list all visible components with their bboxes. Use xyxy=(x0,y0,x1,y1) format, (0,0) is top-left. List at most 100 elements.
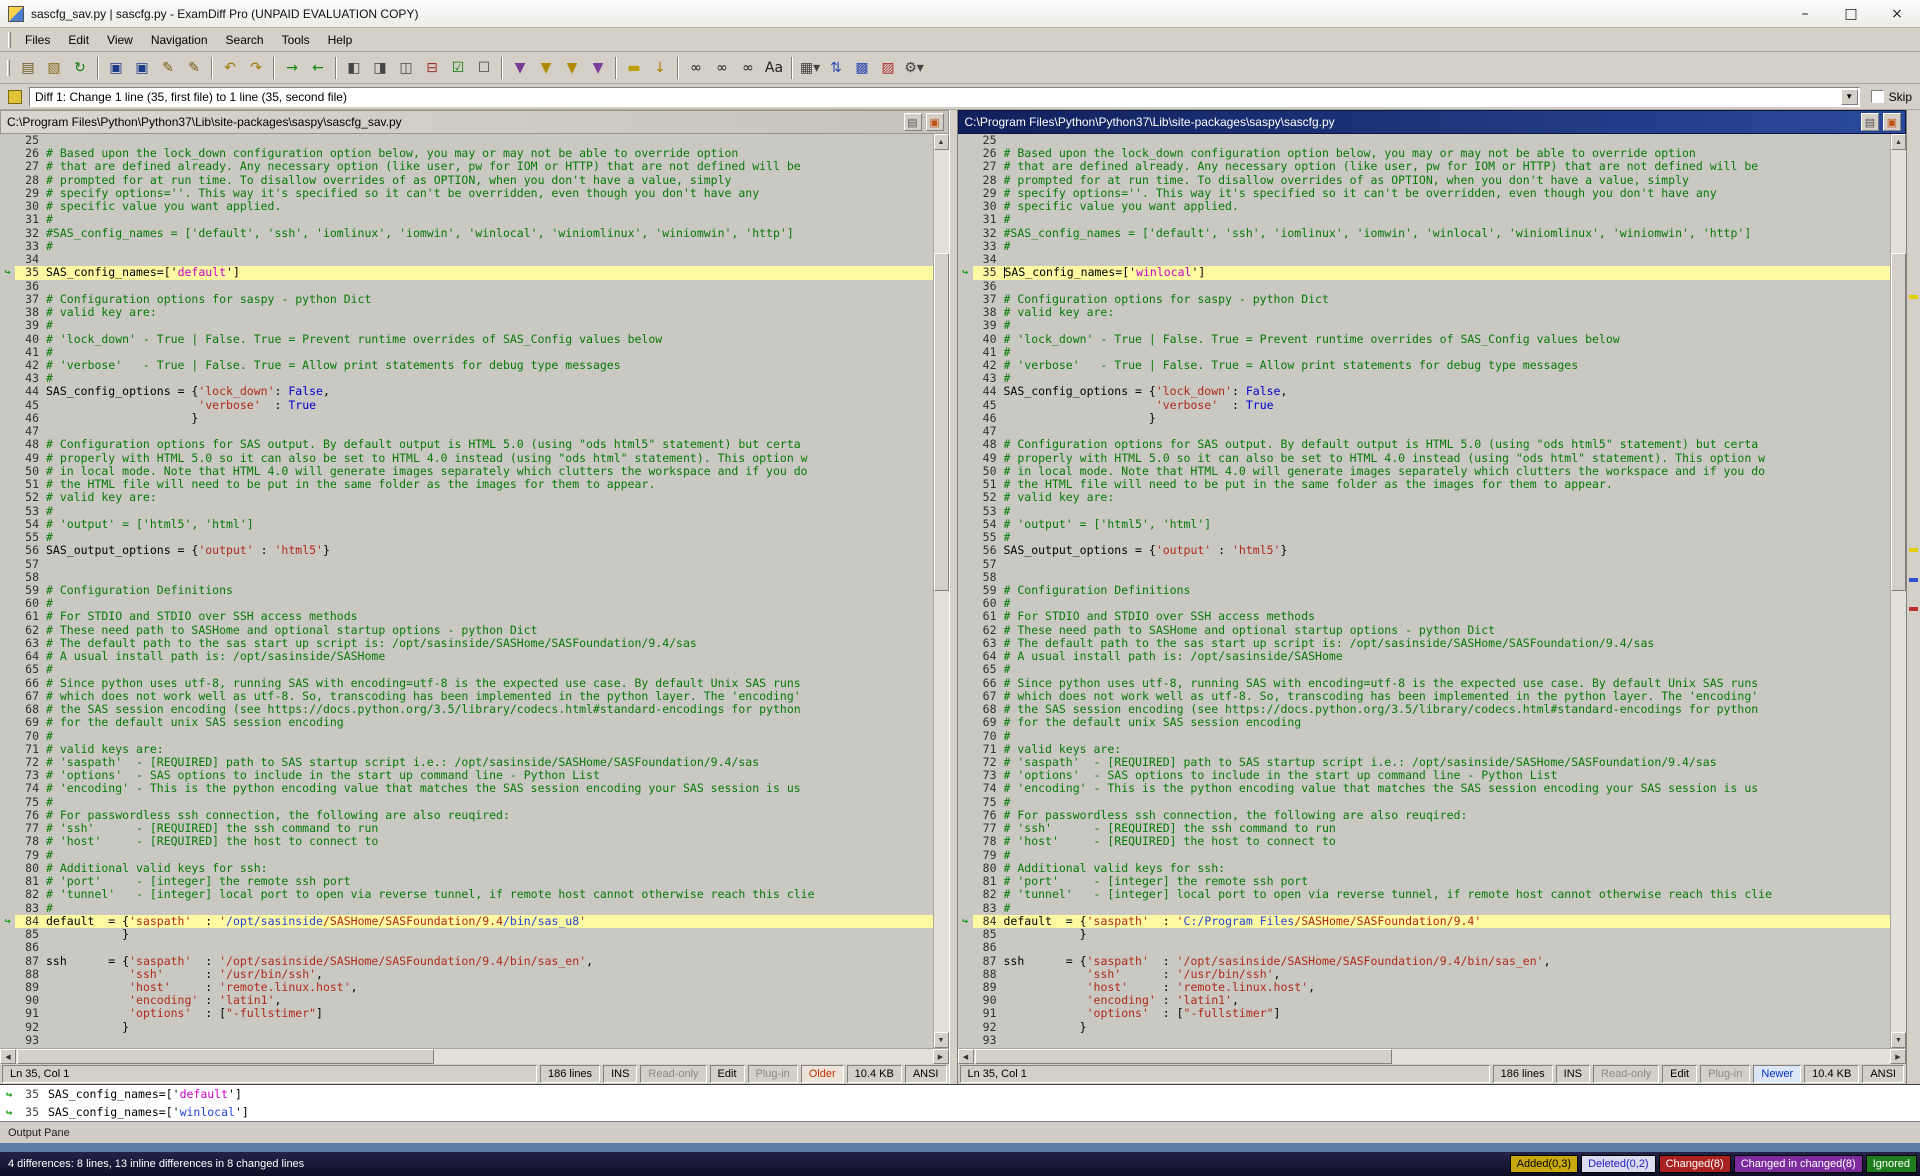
code-line[interactable]: 26# Based upon the lock_down configurati… xyxy=(958,147,1891,160)
output-pane-splitter[interactable] xyxy=(0,1143,1920,1152)
code-line[interactable]: 58 xyxy=(958,571,1891,584)
scrollbar-thumb[interactable] xyxy=(17,1049,434,1064)
code-line[interactable]: 92 } xyxy=(0,1021,933,1034)
code-line[interactable]: 48# Configuration options for SAS output… xyxy=(0,438,933,451)
code-text[interactable]: # Since python uses utf-8, running SAS w… xyxy=(46,677,933,690)
scroll-up-arrow[interactable]: ▲ xyxy=(934,134,949,150)
code-text[interactable]: # properly with HTML 5.0 so it can also … xyxy=(46,452,933,465)
code-text[interactable]: # xyxy=(1004,796,1891,809)
code-text[interactable]: # Additional valid keys for ssh: xyxy=(1004,862,1891,875)
code-line[interactable]: 67# which does not work well as utf-8. S… xyxy=(0,690,933,703)
code-line[interactable]: 30# specific value you want applied. xyxy=(958,200,1891,213)
code-line[interactable]: 79# xyxy=(958,849,1891,862)
code-line[interactable]: 71# valid keys are: xyxy=(958,743,1891,756)
code-text[interactable]: # that are defined already. Any necessar… xyxy=(1004,160,1891,173)
code-text[interactable]: # specific value you want applied. xyxy=(1004,200,1891,213)
options-button[interactable]: ⚙▾ xyxy=(901,55,927,80)
code-text[interactable]: # A usual install path is: /opt/sasinsid… xyxy=(1004,650,1891,663)
code-text[interactable]: } xyxy=(46,928,933,941)
code-text[interactable]: # A usual install path is: /opt/sasinsid… xyxy=(46,650,933,663)
diff-detail-row[interactable]: ↪35SAS_config_names=['winlocal'] xyxy=(0,1103,1920,1121)
code-text[interactable]: # valid key are: xyxy=(1004,491,1891,504)
menu-item-tools[interactable]: Tools xyxy=(273,29,319,51)
code-line[interactable]: 89 'host' : 'remote.linux.host', xyxy=(0,981,933,994)
code-line[interactable]: 56SAS_output_options = {'output' : 'html… xyxy=(958,544,1891,557)
code-line[interactable]: 67# which does not work well as utf-8. S… xyxy=(958,690,1891,703)
code-line[interactable]: 30# specific value you want applied. xyxy=(0,200,933,213)
recompare-button[interactable]: ↻ xyxy=(67,55,93,80)
undo-button[interactable]: ↶ xyxy=(217,55,243,80)
code-line[interactable]: 88 'ssh' : '/usr/bin/ssh', xyxy=(958,968,1891,981)
minimize-button[interactable]: – xyxy=(1782,0,1828,27)
code-line[interactable]: 54# 'output' = ['html5', 'html'] xyxy=(958,518,1891,531)
find-previous-button[interactable]: ∞ xyxy=(735,55,761,80)
code-text[interactable]: # valid key are: xyxy=(46,306,933,319)
overview-diff-mark[interactable] xyxy=(1909,295,1918,299)
code-text[interactable]: } xyxy=(46,412,933,425)
code-text[interactable] xyxy=(1004,253,1891,266)
code-line[interactable]: 59# Configuration Definitions xyxy=(958,584,1891,597)
code-text[interactable]: # the HTML file will need to be put in t… xyxy=(1004,478,1891,491)
code-line[interactable]: 71# valid keys are: xyxy=(0,743,933,756)
code-text[interactable]: # 'tunnel' - [integer] local port to ope… xyxy=(46,888,933,901)
code-line[interactable]: 81# 'port' - [integer] the remote ssh po… xyxy=(0,875,933,888)
code-text[interactable]: 'verbose' : True xyxy=(46,399,933,412)
code-text[interactable]: # The default path to the sas start up s… xyxy=(46,637,933,650)
code-line[interactable]: 89 'host' : 'remote.linux.host', xyxy=(958,981,1891,994)
code-text[interactable]: # 'port' - [integer] the remote ssh port xyxy=(1004,875,1891,888)
code-line[interactable]: 31# xyxy=(0,213,933,226)
code-text[interactable]: # in local mode. Note that HTML 4.0 will… xyxy=(46,465,933,478)
code-text[interactable]: 'verbose' : True xyxy=(1004,399,1891,412)
code-text[interactable]: } xyxy=(1004,1021,1891,1034)
code-line[interactable]: 26# Based upon the lock_down configurati… xyxy=(0,147,933,160)
code-line[interactable]: 78# 'host' - [REQUIRED] the host to conn… xyxy=(0,835,933,848)
code-line[interactable]: 73# 'options' - SAS options to include i… xyxy=(0,769,933,782)
code-text[interactable] xyxy=(46,558,933,571)
code-text[interactable]: #SAS_config_names = ['default', 'ssh', '… xyxy=(1004,227,1891,240)
code-text[interactable]: # xyxy=(46,597,933,610)
code-text[interactable]: # xyxy=(46,346,933,359)
code-text[interactable]: # for the default unix SAS session encod… xyxy=(46,716,933,729)
code-text[interactable]: 'encoding' : 'latin1', xyxy=(1004,994,1891,1007)
code-line[interactable]: 59# Configuration Definitions xyxy=(0,584,933,597)
code-line[interactable]: 76# For passwordless ssh connection, the… xyxy=(958,809,1891,822)
code-line[interactable]: 62# These need path to SASHome and optio… xyxy=(958,624,1891,637)
code-text[interactable]: # xyxy=(46,663,933,676)
code-line[interactable]: 44SAS_config_options = {'lock_down': Fal… xyxy=(0,385,933,398)
code-line[interactable]: 78# 'host' - [REQUIRED] the host to conn… xyxy=(958,835,1891,848)
edit-first-button[interactable]: ✎ xyxy=(155,55,181,80)
code-line[interactable]: 48# Configuration options for SAS output… xyxy=(958,438,1891,451)
code-line[interactable]: 76# For passwordless ssh connection, the… xyxy=(0,809,933,822)
code-line[interactable]: 47 xyxy=(0,425,933,438)
code-text[interactable]: # valid keys are: xyxy=(46,743,933,756)
code-text[interactable]: # xyxy=(1004,730,1891,743)
code-line[interactable]: 83# xyxy=(958,902,1891,915)
code-line[interactable]: 63# The default path to the sas start up… xyxy=(958,637,1891,650)
code-line[interactable]: 75# xyxy=(958,796,1891,809)
code-line[interactable]: 58 xyxy=(0,571,933,584)
code-text[interactable]: ssh = {'saspath' : '/opt/sasinside/SASHo… xyxy=(1004,955,1891,968)
code-text[interactable]: # xyxy=(46,849,933,862)
code-line[interactable]: 90 'encoding' : 'latin1', xyxy=(0,994,933,1007)
code-line[interactable]: 51# the HTML file will need to be put in… xyxy=(0,478,933,491)
horizontal-scrollbar-right[interactable]: ◀ ▶ xyxy=(958,1048,1907,1064)
code-text[interactable]: # 'options' - SAS options to include in … xyxy=(46,769,933,782)
code-line[interactable]: 46 } xyxy=(0,412,933,425)
code-text[interactable]: # 'output' = ['html5', 'html'] xyxy=(1004,518,1891,531)
code-line[interactable]: 44SAS_config_options = {'lock_down': Fal… xyxy=(958,385,1891,398)
code-line[interactable]: 52# valid key are: xyxy=(0,491,933,504)
code-line[interactable]: 29# specify options=''. This way it's sp… xyxy=(0,187,933,200)
code-line[interactable]: 61# For STDIO and STDIO over SSH access … xyxy=(958,610,1891,623)
find-next-button[interactable]: ∞ xyxy=(709,55,735,80)
scroll-left-arrow[interactable]: ◀ xyxy=(0,1049,16,1064)
code-text[interactable]: # For passwordless ssh connection, the f… xyxy=(1004,809,1891,822)
code-text[interactable]: # For STDIO and STDIO over SSH access me… xyxy=(46,610,933,623)
vertical-scrollbar-right[interactable]: ▲ ▼ xyxy=(1890,134,1906,1048)
code-text[interactable]: # in local mode. Note that HTML 4.0 will… xyxy=(1004,465,1891,478)
scroll-right-arrow[interactable]: ▶ xyxy=(1890,1049,1906,1064)
code-line[interactable]: 63# The default path to the sas start up… xyxy=(0,637,933,650)
code-line[interactable]: 87ssh = {'saspath' : '/opt/sasinside/SAS… xyxy=(958,955,1891,968)
skip-checkbox[interactable] xyxy=(1871,90,1884,103)
status-readonly[interactable]: Read-only xyxy=(640,1065,706,1083)
code-line[interactable]: 69# for the default unix SAS session enc… xyxy=(0,716,933,729)
